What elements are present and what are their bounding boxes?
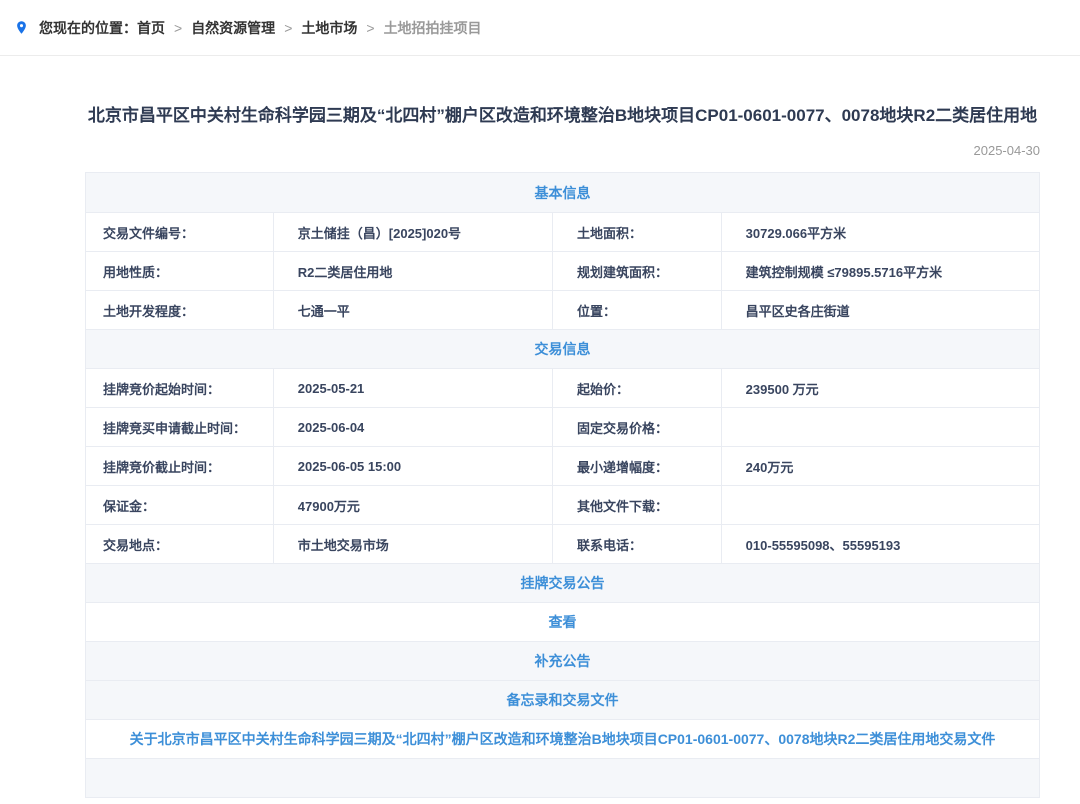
field-label: 土地面积： [552, 213, 721, 251]
table-row: 交易地点：市土地交易市场联系电话：010-55595098、55595193 [86, 524, 1039, 563]
field-value: 市土地交易市场 [273, 525, 552, 563]
table-row: 保证金：47900万元其他文件下载： [86, 485, 1039, 524]
field-label: 挂牌竞买申请截止时间： [86, 408, 273, 446]
field-value [721, 486, 1039, 524]
field-label: 挂牌竞价起始时间： [86, 369, 273, 407]
field-label: 保证金： [86, 486, 273, 524]
field-value: 239500 万元 [721, 369, 1039, 407]
field-label: 最小递增幅度： [552, 447, 721, 485]
field-value: R2二类居住用地 [273, 252, 552, 290]
breadcrumb-separator: > [366, 20, 374, 36]
field-value: 47900万元 [273, 486, 552, 524]
table-row: 交易文件编号：京土储挂（昌）[2025]020号土地面积：30729.066平方… [86, 212, 1039, 251]
document-link-row: 关于北京市昌平区中关村生命科学园三期及“北四村”棚户区改造和环境整治B地块项目C… [86, 719, 1039, 758]
field-label: 交易地点： [86, 525, 273, 563]
publish-date: 2025-04-30 [85, 143, 1040, 158]
document-link[interactable]: 关于北京市昌平区中关村生命科学园三期及“北四村”棚户区改造和环境整治B地块项目C… [130, 729, 996, 749]
section-header-row: 备忘录和交易文件 [86, 680, 1039, 719]
breadcrumb-separator: > [284, 20, 292, 36]
location-pin-icon [14, 18, 29, 37]
document-link[interactable]: 查看 [549, 612, 577, 632]
field-value: 010-55595098、55595193 [721, 525, 1039, 563]
field-value: 2025-05-21 [273, 369, 552, 407]
field-label: 起始价： [552, 369, 721, 407]
section-title: 挂牌交易公告 [521, 573, 605, 593]
field-value: 30729.066平方米 [721, 213, 1039, 251]
info-table: 基本信息交易文件编号：京土储挂（昌）[2025]020号土地面积：30729.0… [85, 172, 1040, 798]
section-title: 交易信息 [535, 339, 591, 359]
section-header-row: 挂牌交易公告 [86, 563, 1039, 602]
field-label: 交易文件编号： [86, 213, 273, 251]
field-value: 昌平区史各庄街道 [721, 291, 1039, 329]
table-row: 用地性质：R2二类居住用地规划建筑面积：建筑控制规模 ≤79895.5716平方… [86, 251, 1039, 290]
breadcrumb-item-natural-resources[interactable]: 自然资源管理 [191, 18, 275, 38]
breadcrumb-item-home[interactable]: 首页 [137, 18, 165, 38]
field-value: 2025-06-04 [273, 408, 552, 446]
field-label: 用地性质： [86, 252, 273, 290]
field-label: 联系电话： [552, 525, 721, 563]
table-row: 挂牌竞价起始时间：2025-05-21起始价：239500 万元 [86, 368, 1039, 407]
page-title: 北京市昌平区中关村生命科学园三期及“北四村”棚户区改造和环境整治B地块项目CP0… [85, 102, 1040, 129]
section-title: 备忘录和交易文件 [507, 690, 619, 710]
field-value: 2025-06-05 15:00 [273, 447, 552, 485]
document-link-row: 查看 [86, 602, 1039, 641]
section-header-row: 补充公告 [86, 641, 1039, 680]
section-title: 基本信息 [535, 183, 591, 203]
breadcrumb-item-current: 土地招拍挂项目 [384, 18, 482, 38]
field-label: 规划建筑面积： [552, 252, 721, 290]
section-title: 补充公告 [535, 651, 591, 671]
field-value: 京土储挂（昌）[2025]020号 [273, 213, 552, 251]
field-label: 位置： [552, 291, 721, 329]
field-value: 240万元 [721, 447, 1039, 485]
section-header-row [86, 758, 1039, 797]
breadcrumb-separator: > [174, 20, 182, 36]
breadcrumb-prefix: 您现在的位置： [39, 18, 137, 38]
breadcrumb-item-land-market[interactable]: 土地市场 [301, 18, 357, 38]
field-label: 土地开发程度： [86, 291, 273, 329]
main-content: 北京市昌平区中关村生命科学园三期及“北四村”棚户区改造和环境整治B地块项目CP0… [85, 102, 1040, 798]
section-header-row: 交易信息 [86, 329, 1039, 368]
field-value: 七通一平 [273, 291, 552, 329]
field-label: 其他文件下载： [552, 486, 721, 524]
section-header-row: 基本信息 [86, 173, 1039, 212]
table-row: 挂牌竞买申请截止时间：2025-06-04固定交易价格： [86, 407, 1039, 446]
table-row: 挂牌竞价截止时间：2025-06-05 15:00最小递增幅度：240万元 [86, 446, 1039, 485]
breadcrumb: 您现在的位置： 首页 > 自然资源管理 > 土地市场 > 土地招拍挂项目 [0, 0, 1080, 56]
field-value: 建筑控制规模 ≤79895.5716平方米 [721, 252, 1039, 290]
field-label: 挂牌竞价截止时间： [86, 447, 273, 485]
field-label: 固定交易价格： [552, 408, 721, 446]
field-value [721, 408, 1039, 446]
table-row: 土地开发程度：七通一平位置：昌平区史各庄街道 [86, 290, 1039, 329]
